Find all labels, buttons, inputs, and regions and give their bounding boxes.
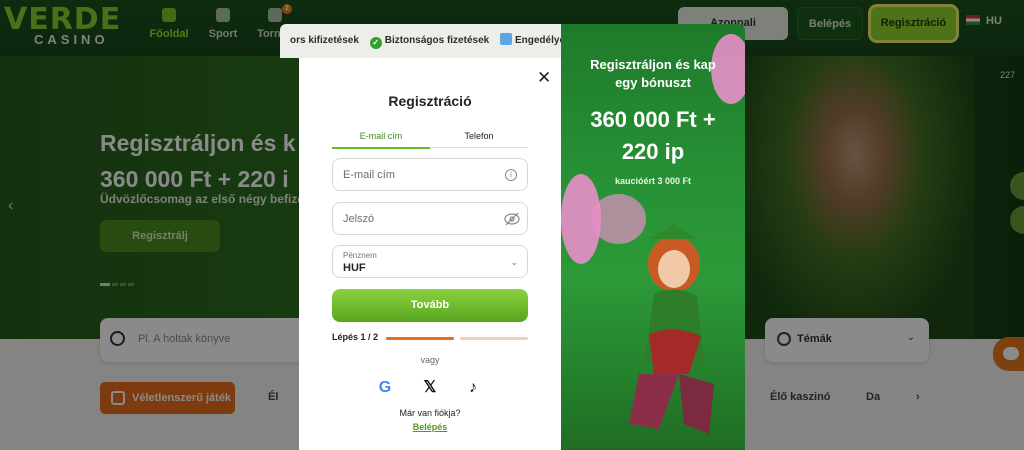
elf-character-image	[629, 224, 714, 434]
step-indicator: Lépés 1 / 2	[332, 332, 379, 342]
trust-bar: ors kifizetések ✓ Biztonságos fizetések E…	[280, 24, 561, 58]
promo-amount-line2: 220 ip	[621, 139, 685, 164]
trust-secure-payments: ✓ Biztonságos fizetések	[369, 24, 490, 58]
password-placeholder: Jelszó	[343, 213, 375, 225]
currency-value: HUF	[343, 262, 366, 274]
promo-headline: Regisztráljon és kap egy bónuszt	[561, 56, 745, 92]
step-progress-done	[386, 337, 454, 340]
promo-amount: 360 000 Ft + 220 ip	[561, 104, 745, 168]
password-field[interactable]: Jelszó	[332, 202, 528, 235]
step-progress-remaining	[460, 337, 528, 340]
promo-deposit-note: kaucióért 3 000 Ft	[614, 176, 692, 186]
chevron-down-icon: ⌄	[510, 257, 518, 267]
close-icon[interactable]: ✕	[537, 68, 551, 88]
form-title: Regisztráció	[388, 93, 472, 109]
trust-licensed: Engedélyezett	[499, 24, 561, 58]
eye-off-icon[interactable]	[504, 212, 520, 226]
login-link[interactable]: Belépés	[299, 422, 561, 432]
email-placeholder: E-mail cím	[343, 169, 395, 181]
info-icon[interactable]: i	[505, 169, 517, 181]
check-icon: ✓	[369, 37, 382, 49]
promo-headline-line2: egy bónuszt	[615, 75, 691, 90]
currency-select[interactable]: Pénznem HUF ⌄	[332, 245, 528, 278]
tab-phone[interactable]: Telefon	[430, 131, 528, 148]
trust-licensed-label: Engedélyezett	[514, 35, 561, 46]
bonus-promo-panel: Regisztráljon és kap egy bónuszt 360 000…	[561, 24, 745, 450]
tiktok-icon[interactable]: ♪	[462, 377, 484, 399]
have-account-text: Már van fiókja?	[399, 408, 461, 418]
registration-form: ✕ Regisztráció E-mail cím Telefon E-mail…	[299, 58, 561, 450]
tab-email[interactable]: E-mail cím	[332, 131, 430, 149]
license-icon	[499, 33, 512, 45]
continue-button[interactable]: Tovább	[332, 289, 528, 322]
currency-label: Pénznem	[343, 251, 377, 260]
promo-amount-line1: 360 000 Ft +	[590, 107, 716, 132]
or-divider: vagy	[420, 355, 440, 365]
trust-payouts: ors kifizetések	[290, 35, 359, 46]
google-icon[interactable]: G	[374, 377, 396, 399]
promo-headline-line1: Regisztráljon és kap	[590, 57, 716, 72]
email-field[interactable]: E-mail cím i	[332, 158, 528, 191]
trust-secure-label: Biztonságos fizetések	[384, 35, 490, 46]
x-icon[interactable]: 𝕏	[419, 377, 441, 399]
